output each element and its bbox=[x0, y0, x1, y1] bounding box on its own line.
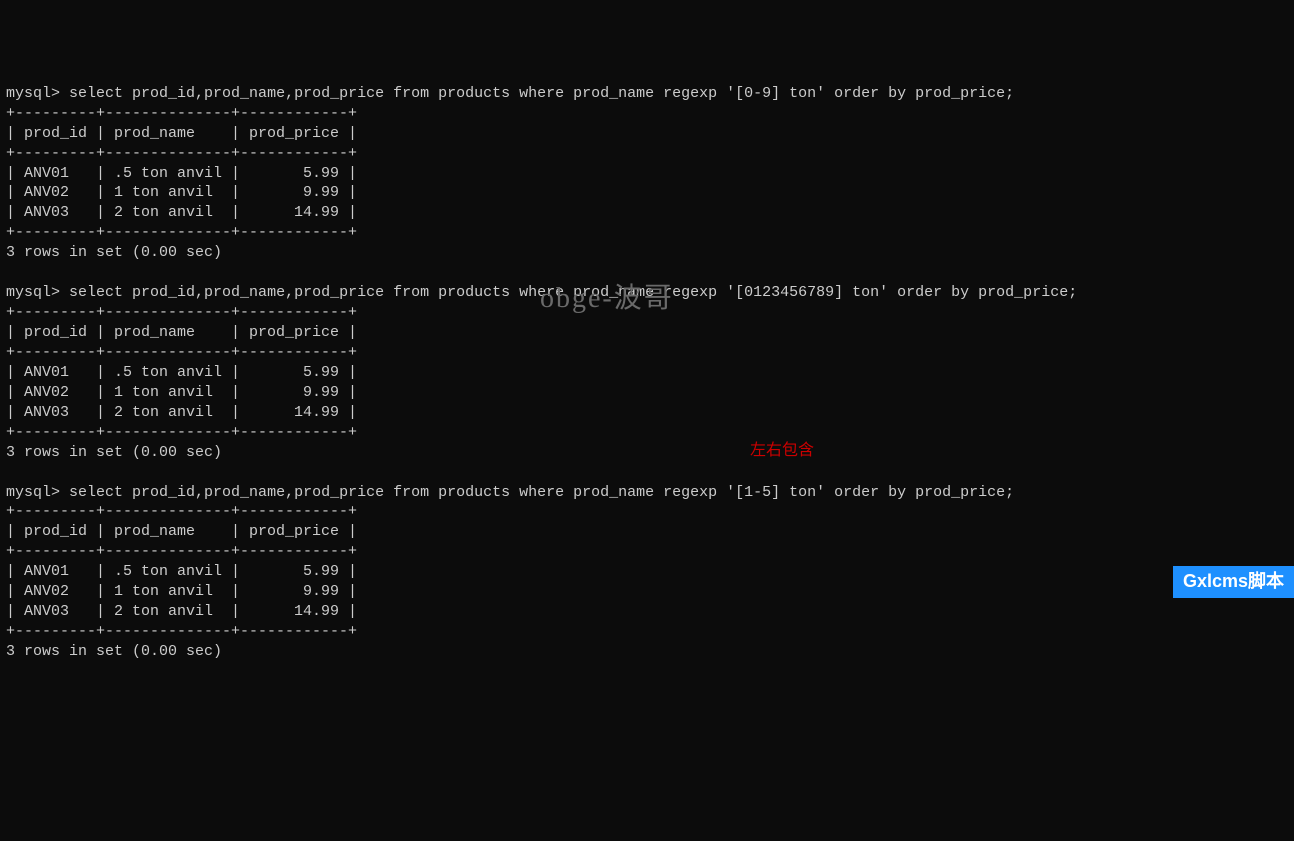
table-row: | ANV02 | 1 ton anvil | 9.99 | bbox=[6, 384, 357, 401]
mysql-prompt: mysql> bbox=[6, 85, 60, 102]
table-row: | ANV03 | 2 ton anvil | 14.99 | bbox=[6, 204, 357, 221]
table-row: | ANV01 | .5 ton anvil | 5.99 | bbox=[6, 165, 357, 182]
table-border: +---------+--------------+------------+ bbox=[6, 304, 357, 321]
table-header: | prod_id | prod_name | prod_price | bbox=[6, 125, 357, 142]
table-row: | ANV01 | .5 ton anvil | 5.99 | bbox=[6, 563, 357, 580]
table-border: +---------+--------------+------------+ bbox=[6, 224, 357, 241]
sql-query-1: select prod_id,prod_name,prod_price from… bbox=[69, 85, 1014, 102]
sql-query-2: select prod_id,prod_name,prod_price from… bbox=[69, 284, 1077, 301]
sql-query-3: select prod_id,prod_name,prod_price from… bbox=[69, 484, 1014, 501]
table-border: +---------+--------------+------------+ bbox=[6, 623, 357, 640]
table-header: | prod_id | prod_name | prod_price | bbox=[6, 523, 357, 540]
result-summary: 3 rows in set (0.00 sec) bbox=[6, 643, 222, 660]
table-border: +---------+--------------+------------+ bbox=[6, 344, 357, 361]
terminal-output: mysql> select prod_id,prod_name,prod_pri… bbox=[6, 84, 1288, 662]
result-summary: 3 rows in set (0.00 sec) bbox=[6, 244, 222, 261]
mysql-prompt: mysql> bbox=[6, 484, 60, 501]
table-header: | prod_id | prod_name | prod_price | bbox=[6, 324, 357, 341]
table-row: | ANV02 | 1 ton anvil | 9.99 | bbox=[6, 184, 357, 201]
table-border: +---------+--------------+------------+ bbox=[6, 424, 357, 441]
table-border: +---------+--------------+------------+ bbox=[6, 105, 357, 122]
mysql-prompt: mysql> bbox=[6, 284, 60, 301]
table-border: +---------+--------------+------------+ bbox=[6, 145, 357, 162]
table-row: | ANV03 | 2 ton anvil | 14.99 | bbox=[6, 404, 357, 421]
table-border: +---------+--------------+------------+ bbox=[6, 543, 357, 560]
table-row: | ANV01 | .5 ton anvil | 5.99 | bbox=[6, 364, 357, 381]
table-border: +---------+--------------+------------+ bbox=[6, 503, 357, 520]
table-row: | ANV03 | 2 ton anvil | 14.99 | bbox=[6, 603, 357, 620]
result-summary: 3 rows in set (0.00 sec) bbox=[6, 444, 222, 461]
